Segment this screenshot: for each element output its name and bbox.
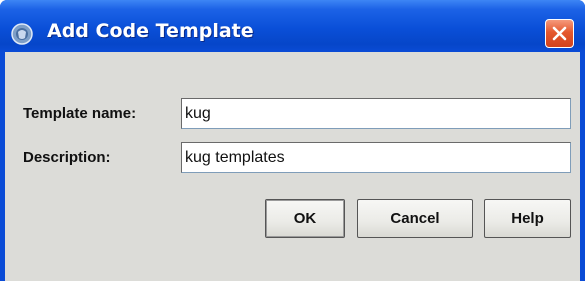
description-field[interactable]: kug templates [181,142,571,173]
add-code-template-dialog: Add Code Template Template name: kug Des… [0,0,585,281]
java-cup-icon [11,23,33,45]
cancel-button[interactable]: Cancel [357,199,473,238]
close-icon [552,26,567,41]
ok-button[interactable]: OK [265,199,345,238]
close-button[interactable] [545,19,574,48]
template-name-field[interactable]: kug [181,98,571,129]
description-label: Description: [23,149,111,166]
title-bar[interactable]: Add Code Template [0,0,585,52]
dialog-body: Template name: kug Description: kug temp… [5,52,580,281]
help-button[interactable]: Help [484,199,571,238]
window-title: Add Code Template [47,20,254,42]
template-name-label: Template name: [23,105,137,122]
